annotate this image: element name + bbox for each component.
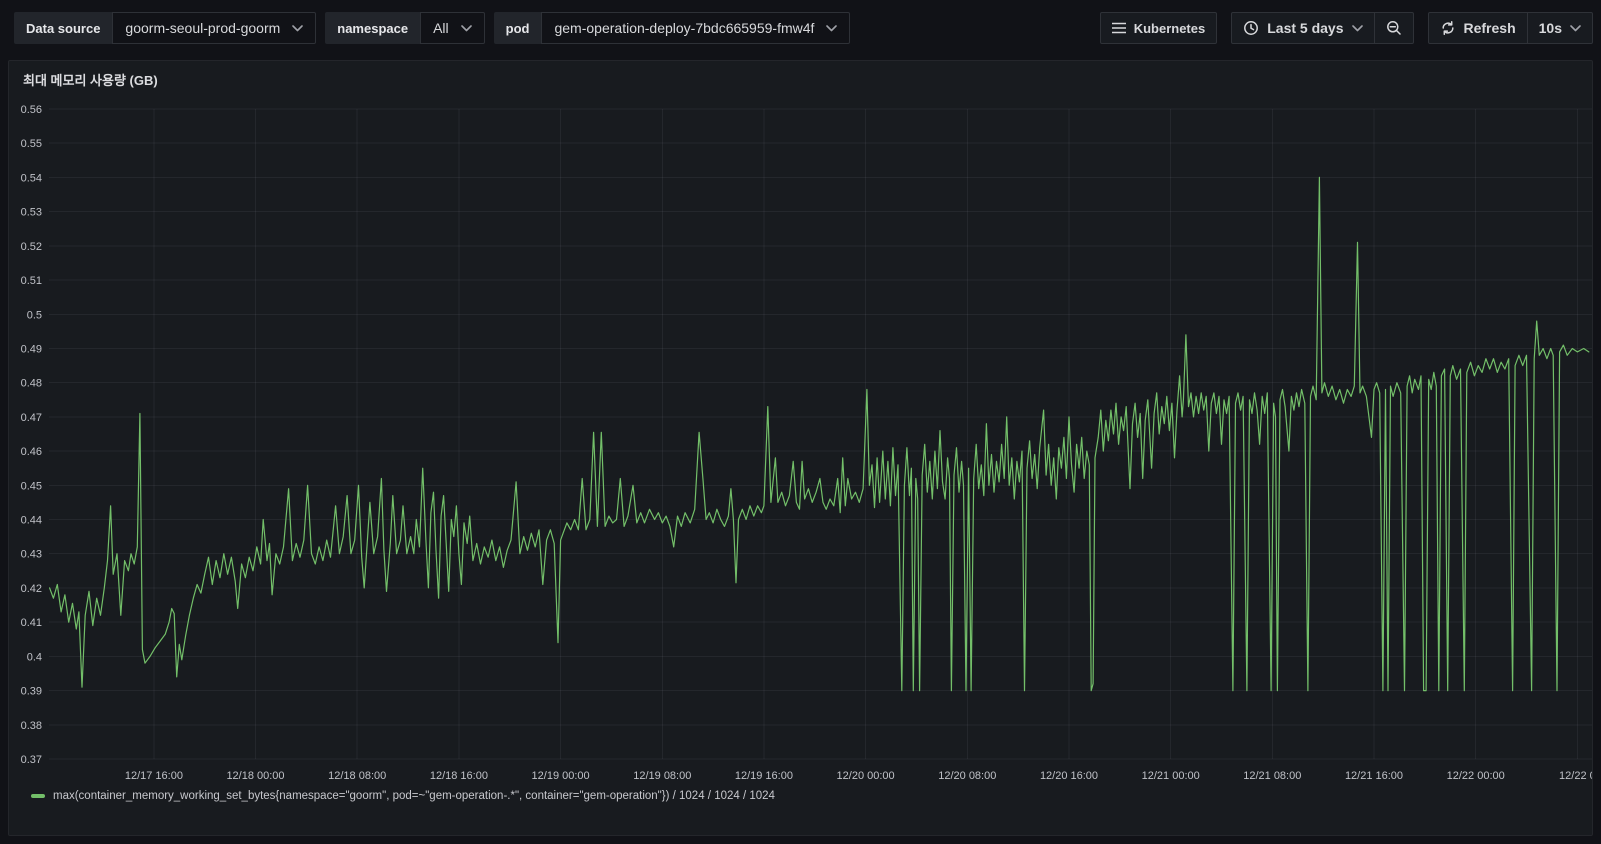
svg-text:0.44: 0.44 [21,515,42,527]
svg-text:12/18 08:00: 12/18 08:00 [328,770,386,782]
var-datasource: Data source goorm-seoul-prod-goorm [14,12,316,44]
refresh-button-label: Refresh [1464,20,1516,36]
svg-text:0.49: 0.49 [21,344,42,356]
series-color-swatch [31,794,45,798]
chevron-down-icon [1570,25,1581,32]
refresh-icon [1440,20,1456,36]
svg-text:0.39: 0.39 [21,686,42,698]
datasource-value: goorm-seoul-prod-goorm [125,20,280,36]
svg-text:0.41: 0.41 [21,617,42,629]
svg-text:0.5: 0.5 [27,309,42,321]
chevron-down-icon [826,25,837,32]
svg-text:12/19 16:00: 12/19 16:00 [735,770,793,782]
svg-text:12/22 0: 12/22 0 [1559,770,1593,782]
svg-text:12/19 00:00: 12/19 00:00 [532,770,590,782]
svg-text:0.56: 0.56 [21,104,42,116]
svg-text:0.37: 0.37 [21,754,42,766]
refresh-interval-select[interactable]: 10s [1527,12,1593,44]
time-range-picker[interactable]: Last 5 days [1231,12,1374,44]
svg-text:0.48: 0.48 [21,378,42,390]
namespace-label: namespace [325,12,420,44]
refresh-group: Refresh 10s [1428,12,1594,44]
var-pod: pod gem-operation-deploy-7bdc665959-fmw4… [494,12,851,44]
svg-text:12/21 16:00: 12/21 16:00 [1345,770,1403,782]
kubernetes-menu-button[interactable]: Kubernetes [1100,12,1218,44]
svg-text:0.55: 0.55 [21,138,42,150]
svg-text:0.47: 0.47 [21,412,42,424]
legend-label[interactable]: max(container_memory_working_set_bytes{n… [53,790,775,802]
svg-text:12/19 08:00: 12/19 08:00 [633,770,691,782]
svg-text:0.53: 0.53 [21,207,42,219]
time-range-label: Last 5 days [1267,20,1343,36]
panel-title: 최대 메모리 사용량 (GB) [23,70,158,89]
hamburger-menu-icon [1112,22,1126,34]
var-namespace: namespace All [325,12,484,44]
chevron-down-icon [461,25,472,32]
svg-text:12/18 00:00: 12/18 00:00 [226,770,284,782]
kubernetes-button-label: Kubernetes [1134,21,1206,36]
time-picker-group: Last 5 days [1231,12,1413,44]
namespace-value: All [433,20,449,36]
svg-text:12/20 00:00: 12/20 00:00 [837,770,895,782]
svg-text:0.38: 0.38 [21,720,42,732]
svg-text:0.43: 0.43 [21,549,42,561]
legend: max(container_memory_working_set_bytes{n… [31,790,775,802]
dashboard-controls-bar: Data source goorm-seoul-prod-goorm names… [0,0,1601,56]
svg-text:0.46: 0.46 [21,446,42,458]
svg-text:12/20 16:00: 12/20 16:00 [1040,770,1098,782]
chart-svg[interactable]: 0.56 0.55 0.54 0.53 0.52 0.51 0.5 0.49 0.48 0.47 0… [9,61,1593,836]
svg-text:12/21 00:00: 12/21 00:00 [1142,770,1200,782]
chevron-down-icon [1352,25,1363,32]
memory-usage-panel: 최대 메모리 사용량 (GB) 0.560.550.540.530.520.51… [8,60,1593,836]
refresh-button[interactable]: Refresh [1428,12,1528,44]
zoom-out-button[interactable] [1374,12,1414,44]
namespace-select[interactable]: All [420,12,485,44]
chevron-down-icon [292,25,303,32]
svg-text:0.52: 0.52 [21,241,42,253]
svg-text:12/21 08:00: 12/21 08:00 [1243,770,1301,782]
zoom-out-icon [1386,20,1402,36]
svg-text:0.45: 0.45 [21,480,42,492]
svg-text:12/22 00:00: 12/22 00:00 [1447,770,1505,782]
svg-text:0.54: 0.54 [21,172,42,184]
svg-text:0.51: 0.51 [21,275,42,287]
datasource-label: Data source [14,12,112,44]
datasource-select[interactable]: goorm-seoul-prod-goorm [112,12,316,44]
clock-icon [1243,20,1259,36]
svg-text:12/18 16:00: 12/18 16:00 [430,770,488,782]
pod-label: pod [494,12,542,44]
svg-text:0.42: 0.42 [21,583,42,595]
svg-text:12/20 08:00: 12/20 08:00 [938,770,996,782]
svg-text:12/17 16:00: 12/17 16:00 [125,770,183,782]
svg-text:0.4: 0.4 [27,651,42,663]
memory-usage-chart[interactable]: 0.56 0.55 0.54 0.53 0.52 0.51 0.5 0.49 0.48 0.47 0… [9,61,1592,835]
pod-value: gem-operation-deploy-7bdc665959-fmw4f [554,20,814,36]
pod-select[interactable]: gem-operation-deploy-7bdc665959-fmw4f [541,12,850,44]
refresh-interval-value: 10s [1539,20,1562,36]
